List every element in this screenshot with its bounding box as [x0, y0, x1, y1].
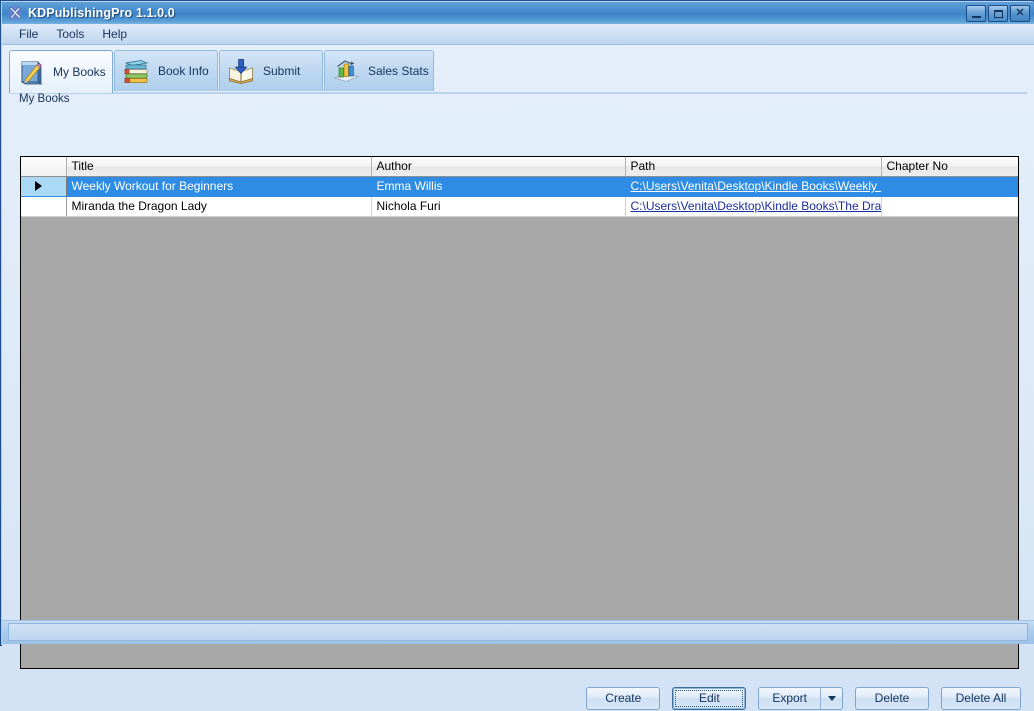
tab-book-info-label: Book Info	[158, 64, 209, 78]
tab-sales-stats[interactable]: Sales Stats	[324, 50, 434, 91]
tab-strip: My Books Book Info Submit Sales Stats	[9, 50, 1027, 93]
column-header-chapter[interactable]: Chapter No	[881, 157, 1018, 177]
action-button-bar: Create Edit Export Delete Delete All	[9, 685, 1034, 711]
app-logo-icon	[5, 4, 25, 22]
menu-item-tools[interactable]: Tools	[47, 24, 93, 44]
maximize-button[interactable]	[988, 4, 1008, 22]
row-selector-cell[interactable]	[21, 196, 67, 217]
status-bar	[2, 620, 1034, 644]
bar-chart-icon	[333, 60, 360, 82]
path-link[interactable]: C:\Users\Venita\Desktop\Kindle Books\Wee…	[631, 179, 881, 193]
cell-author[interactable]: Emma Willis	[371, 176, 626, 197]
client-area: My Books Book Info Submit Sales Stats My…	[2, 45, 1034, 710]
cell-chapter[interactable]	[881, 196, 1018, 217]
tab-sales-stats-label: Sales Stats	[368, 64, 429, 78]
row-selector-cell[interactable]	[21, 176, 67, 197]
table-header-row: Title Author Path Chapter No	[21, 157, 1018, 177]
export-dropdown-button[interactable]	[821, 688, 842, 709]
close-button[interactable]: ✕	[1010, 4, 1030, 22]
column-header-author[interactable]: Author	[371, 157, 626, 177]
column-header-selector[interactable]	[21, 157, 67, 177]
menu-item-help[interactable]: Help	[93, 24, 136, 44]
open-book-download-icon	[229, 59, 253, 85]
menu-item-file[interactable]: File	[10, 24, 47, 44]
panel-caption: My Books	[19, 93, 70, 105]
title-bar: KDPublishingPro 1.1.0.0 ✕	[2, 2, 1034, 24]
edit-button-label: Edit	[698, 691, 720, 705]
menu-bar: File Tools Help	[2, 24, 1034, 45]
my-books-panel: My Books Title Author Path Chapter No We…	[9, 93, 1028, 710]
application-window: KDPublishingPro 1.1.0.0 ✕ File Tools Hel…	[0, 0, 1034, 710]
delete-button[interactable]: Delete	[855, 686, 929, 710]
table-row[interactable]: Weekly Workout for Beginners Emma Willis…	[21, 176, 1018, 197]
cell-path[interactable]: C:\Users\Venita\Desktop\Kindle Books\Wee…	[625, 176, 882, 197]
book-stack-icon	[124, 60, 149, 83]
delete-all-button[interactable]: Delete All	[941, 686, 1021, 710]
minimize-button[interactable]	[966, 4, 986, 22]
window-title: KDPublishingPro 1.1.0.0	[28, 6, 175, 20]
export-button-label[interactable]: Export	[759, 687, 821, 709]
tab-my-books[interactable]: My Books	[9, 50, 113, 93]
table-row[interactable]: Miranda the Dragon Lady Nichola Furi C:\…	[21, 196, 1018, 217]
book-pencil-icon	[20, 61, 43, 85]
tab-submit[interactable]: Submit	[219, 50, 323, 91]
tab-book-info[interactable]: Book Info	[114, 50, 218, 91]
cell-author[interactable]: Nichola Furi	[371, 196, 626, 217]
path-link[interactable]: C:\Users\Venita\Desktop\Kindle Books\The…	[631, 199, 881, 213]
tab-submit-label: Submit	[263, 64, 301, 78]
books-table: Title Author Path Chapter No Weekly Work…	[21, 157, 1018, 217]
books-data-grid[interactable]: Title Author Path Chapter No Weekly Work…	[20, 156, 1019, 669]
window-controls: ✕	[966, 4, 1030, 22]
status-bar-panel	[8, 623, 1028, 641]
tab-my-books-label: My Books	[53, 65, 106, 79]
edit-button[interactable]: Edit	[672, 686, 747, 710]
cell-title[interactable]: Miranda the Dragon Lady	[66, 196, 372, 217]
cell-path[interactable]: C:\Users\Venita\Desktop\Kindle Books\The…	[625, 196, 882, 217]
chevron-down-icon	[827, 695, 836, 701]
cell-chapter[interactable]	[881, 176, 1018, 197]
create-button[interactable]: Create	[586, 686, 661, 710]
cell-title[interactable]: Weekly Workout for Beginners	[66, 176, 372, 197]
export-split-button[interactable]: Export	[758, 686, 843, 710]
column-header-path[interactable]: Path	[625, 157, 882, 177]
current-row-arrow-icon	[35, 181, 42, 191]
column-header-title[interactable]: Title	[66, 157, 372, 177]
close-icon: ✕	[1015, 6, 1025, 19]
